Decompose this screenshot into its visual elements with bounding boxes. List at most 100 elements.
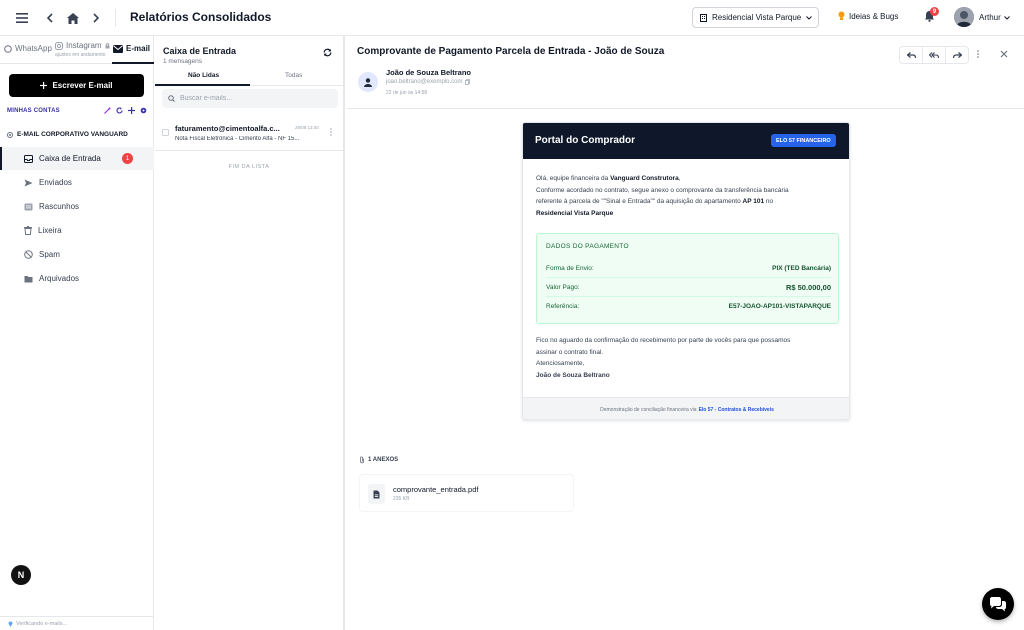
- card-header: Portal do Comprador ELO 57 FINANCEIRO: [523, 123, 849, 159]
- reply-button[interactable]: [900, 47, 923, 63]
- sidebar: WhatsApp Instagram ajustes em andamento …: [0, 36, 154, 630]
- attachment-size: 235 KB: [393, 496, 410, 502]
- folder-inbox[interactable]: Caixa de Entrada 1: [0, 147, 154, 170]
- closing-line: assinar o contrato final.: [536, 348, 604, 356]
- tab-whatsapp[interactable]: WhatsApp: [4, 44, 52, 53]
- user-menu[interactable]: Arthur: [979, 13, 1010, 22]
- mail-subject: Nota Fiscal Eletrônica - Cimento Alfa - …: [175, 136, 300, 142]
- tab-all[interactable]: Todas: [285, 72, 302, 79]
- account-group[interactable]: E-MAIL CORPORATIVO VANGUARD: [7, 131, 128, 138]
- ideas-bugs-label: Ideias & Bugs: [849, 11, 899, 21]
- reply-all-button[interactable]: [923, 47, 946, 63]
- closing-line: Atenciosamente,: [536, 360, 585, 367]
- payment-row: Forma de Envio: PIX (TED Bancária): [546, 259, 831, 277]
- send-icon: [24, 179, 33, 187]
- email-body: Olá, equipe financeira da Vanguard Const…: [536, 173, 839, 219]
- folder-archived[interactable]: Arquivados: [0, 267, 154, 290]
- sender-email-row: joao.beltrano@exemplo.com: [386, 79, 471, 85]
- reading-pane: Comprovante de Pagamento Parcela de Entr…: [347, 36, 1024, 630]
- compose-button[interactable]: Escrever E-mail: [9, 74, 144, 97]
- property-select-value: Residencial Vista Parque: [712, 13, 802, 22]
- project-name-line: Residencial Vista Parque: [536, 208, 839, 220]
- tab-email[interactable]: E-mail: [113, 44, 150, 53]
- tab-label: WhatsApp: [15, 44, 52, 53]
- folder-label: Caixa de Entrada: [39, 154, 101, 163]
- sender-email: joao.beltrano@exemplo.com: [386, 79, 463, 85]
- home-icon[interactable]: [65, 10, 81, 26]
- avatar[interactable]: [954, 7, 974, 27]
- folder-label: Spam: [39, 250, 60, 259]
- folder-label: Enviados: [39, 178, 72, 187]
- folder-label: Rascunhos: [39, 202, 80, 211]
- body-line: referente à parcela de ""Sinal e Entrada…: [536, 196, 839, 208]
- plus-icon: [40, 82, 48, 89]
- property-select[interactable]: Residencial Vista Parque: [692, 7, 819, 28]
- tab-unread[interactable]: Não Lidas: [188, 72, 219, 79]
- footer-text: Demonstração de conciliação financeira v…: [600, 406, 697, 413]
- payment-value: PIX (TED Bancária): [772, 264, 831, 272]
- tab-label: Instagram: [66, 41, 102, 50]
- chat-button[interactable]: [982, 588, 1014, 620]
- forward-icon: [952, 51, 962, 59]
- mail-icon: [113, 44, 123, 53]
- payment-label: Referência:: [546, 302, 580, 310]
- payment-title: DADOS DO PAGAMENTO: [546, 243, 629, 250]
- email-date: 22 de jun às 14:58: [386, 90, 428, 96]
- page-title: Relatórios Consolidados: [130, 10, 272, 24]
- list-title: Caixa de Entrada: [163, 46, 237, 56]
- folder-spam[interactable]: Spam: [0, 243, 154, 266]
- refresh-icon[interactable]: [116, 107, 123, 114]
- building-icon: [700, 13, 707, 22]
- sender-name: João de Souza Beltrano: [386, 68, 472, 77]
- refresh-icon[interactable]: [323, 48, 332, 57]
- ideas-bugs-button[interactable]: Ideias & Bugs: [838, 11, 898, 21]
- more-vertical-icon[interactable]: [330, 128, 332, 136]
- card-header-title: Portal do Comprador: [535, 135, 636, 146]
- folder-trash[interactable]: Lixeira: [0, 219, 154, 242]
- add-account-icon[interactable]: [128, 107, 135, 114]
- apartment-code: AP 101: [742, 198, 765, 205]
- more-vertical-icon[interactable]: [977, 50, 979, 58]
- attachments-label: 1 ANEXOS: [368, 457, 399, 463]
- chevron-down-icon: [806, 15, 813, 20]
- signature-name: João de Souza Beltrano: [536, 371, 610, 379]
- body-line-prefix: referente à parcela de ""Sinal e Entrada…: [536, 198, 743, 205]
- folder-sent[interactable]: Enviados: [0, 171, 154, 194]
- payment-row: Valor Pago: R$ 50.000,00: [546, 278, 831, 296]
- list-item[interactable]: faturamento@cimentoalfa.c... 28/08 13:40…: [155, 116, 343, 151]
- forward-arrow-icon[interactable]: [88, 10, 104, 26]
- back-arrow-icon[interactable]: [42, 10, 58, 26]
- email-body-card: Portal do Comprador ELO 57 FINANCEIRO Ol…: [522, 122, 850, 420]
- payment-value: E57-JOAO-AP101-VISTAPARQUE: [728, 302, 831, 310]
- account-group-label: E-MAIL CORPORATIVO VANGUARD: [17, 131, 128, 138]
- user-name: Arthur: [979, 13, 1001, 22]
- folder-drafts[interactable]: Rascunhos: [0, 195, 154, 218]
- attachment-item[interactable]: comprovante_entrada.pdf 235 KB: [359, 474, 574, 512]
- chevron-down-icon: [1003, 15, 1010, 20]
- search-input[interactable]: [180, 95, 330, 102]
- mail-date: 28/08 13:40: [295, 125, 319, 130]
- tab-instagram[interactable]: Instagram: [55, 41, 110, 50]
- lightbulb-icon: [838, 11, 845, 21]
- company-name: Vanguard Construtora: [610, 175, 679, 182]
- footer-link[interactable]: Elo 57 - Contratos & Recebíveis: [699, 407, 774, 413]
- active-tab-indicator: [112, 62, 154, 64]
- copy-icon[interactable]: [465, 79, 471, 85]
- menu-icon[interactable]: [14, 10, 30, 26]
- whatsapp-icon: [4, 44, 12, 53]
- gear-icon[interactable]: [140, 107, 147, 114]
- magic-wand-icon[interactable]: [104, 107, 111, 114]
- drafts-icon: [24, 203, 33, 211]
- payment-value: R$ 50.000,00: [785, 282, 831, 292]
- close-icon[interactable]: [1000, 50, 1008, 58]
- app-logo[interactable]: N: [11, 565, 31, 585]
- select-checkbox[interactable]: [162, 129, 169, 136]
- status-badge: ELO 57 FINANCEIRO: [771, 134, 836, 147]
- paperclip-icon: [359, 456, 365, 464]
- project-name: Residencial Vista Parque: [536, 209, 614, 217]
- payment-details: DADOS DO PAGAMENTO Forma de Envio: PIX (…: [536, 233, 839, 324]
- notification-badge: 9: [930, 7, 939, 16]
- closing-line: Fico no aguardo da confirmação do recebi…: [536, 337, 791, 344]
- forward-button[interactable]: [946, 47, 968, 63]
- payment-label: Valor Pago:: [546, 283, 580, 291]
